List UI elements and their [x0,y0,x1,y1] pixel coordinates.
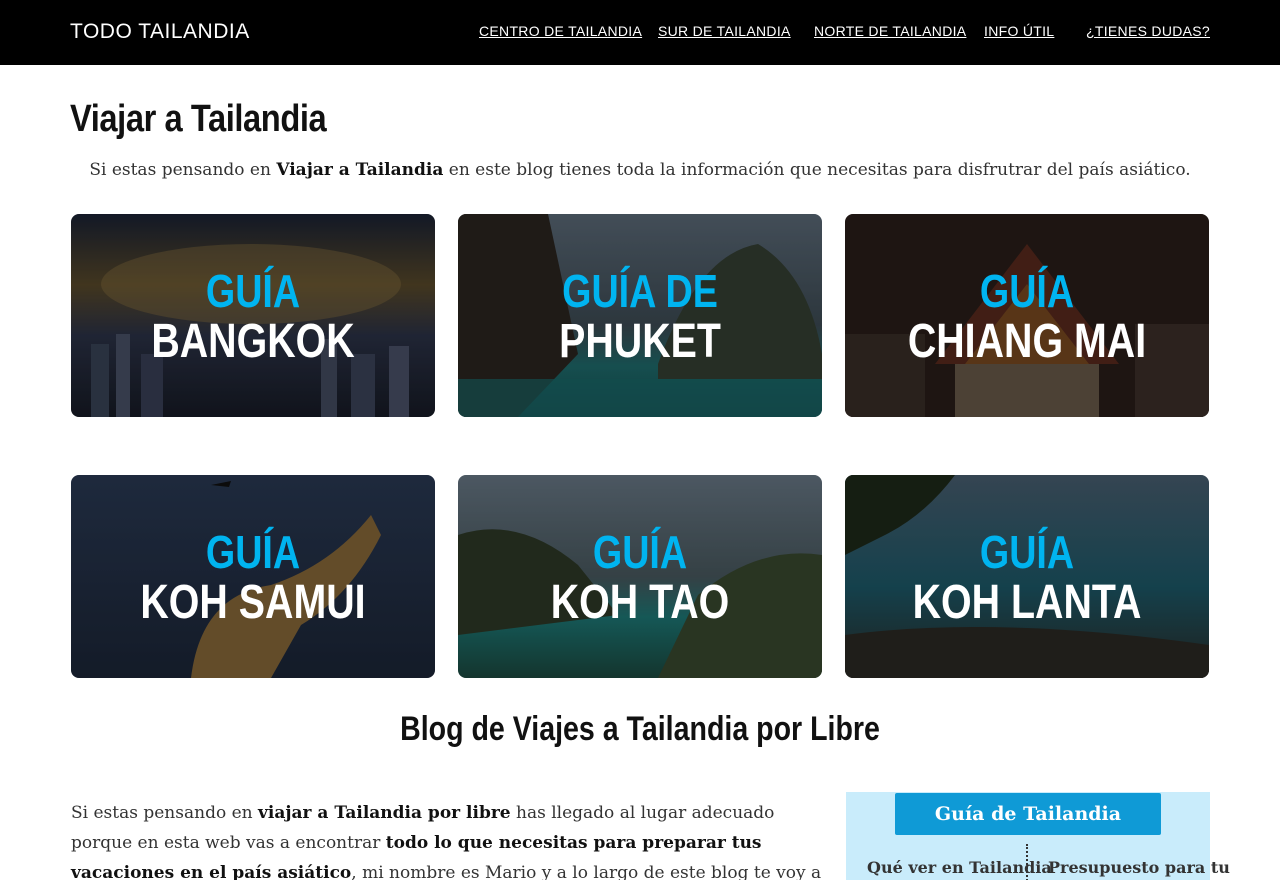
nav-sur-de-tailandia[interactable]: SUR DE TAILANDIA [658,23,791,39]
guide-card-destination: PHUKET [559,315,721,368]
intro-text-start: Si estas pensando en [89,160,277,180]
guide-widget: Guía de Tailandia Qué ver en Tailandia P… [846,792,1230,880]
nav-norte-de-tailandia[interactable]: NORTE DE TAILANDIA [814,23,966,39]
intro-text-end: en este blog tienes toda la información … [443,160,1191,180]
guide-card-kicker: GUÍA [979,265,1075,317]
guide-card-kicker: GUÍA [205,265,301,317]
page-title: Viajar a Tailandia [70,98,327,140]
guide-card-destination: KOH SAMUI [140,576,366,629]
guide-card-bangkok[interactable]: GUÍA BANGKOK [71,214,435,417]
guide-card-kicker: GUÍA [592,526,688,578]
body-text-bold: viajar a Tailandia por libre [258,803,511,823]
link-que-ver-en-tailandia[interactable]: Qué ver en Tailandia [867,858,1052,877]
intro-text: Si estas pensando en Viajar a Tailandia … [0,160,1280,180]
section-title: Blog de Viajes a Tailandia por Libre [400,710,880,748]
guide-card-koh-samui[interactable]: GUÍA KOH SAMUI [71,475,435,678]
divider [1026,844,1028,880]
guide-de-tailandia-button[interactable]: Guía de Tailandia [895,793,1161,835]
main-nav: CENTRO DE TAILANDIA SUR DE TAILANDIA NOR… [0,23,1280,43]
guide-card-koh-tao[interactable]: GUÍA KOH TAO [458,475,822,678]
body-text-segment: Si estas pensando en [71,803,258,823]
guide-card-destination: BANGKOK [151,315,355,368]
guide-card-phuket[interactable]: GUÍA DE PHUKET [458,214,822,417]
guide-card-kicker: GUÍA [979,526,1075,578]
nav-tienes-dudas[interactable]: ¿TIENES DUDAS? [1086,23,1210,39]
site-header: TODO TAILANDIA CENTRO DE TAILANDIA SUR D… [0,0,1280,65]
guide-card-destination: CHIANG MAI [907,315,1147,368]
guide-card-destination: KOH LANTA [912,576,1142,629]
body-paragraph: Si estas pensando en viajar a Tailandia … [71,798,831,880]
guide-card-kicker: GUÍA DE [562,265,718,317]
guide-card-destination: KOH TAO [550,576,730,629]
guide-card-kicker: GUÍA [205,526,301,578]
nav-info-util[interactable]: INFO ÚTIL [984,23,1054,39]
guide-card-koh-lanta[interactable]: GUÍA KOH LANTA [845,475,1209,678]
guide-card-chiang-mai[interactable]: GUÍA CHIANG MAI [845,214,1209,417]
link-presupuesto[interactable]: Presupuesto para tu [1048,858,1230,877]
nav-centro-de-tailandia[interactable]: CENTRO DE TAILANDIA [479,23,642,39]
intro-text-bold: Viajar a Tailandia [276,160,444,180]
